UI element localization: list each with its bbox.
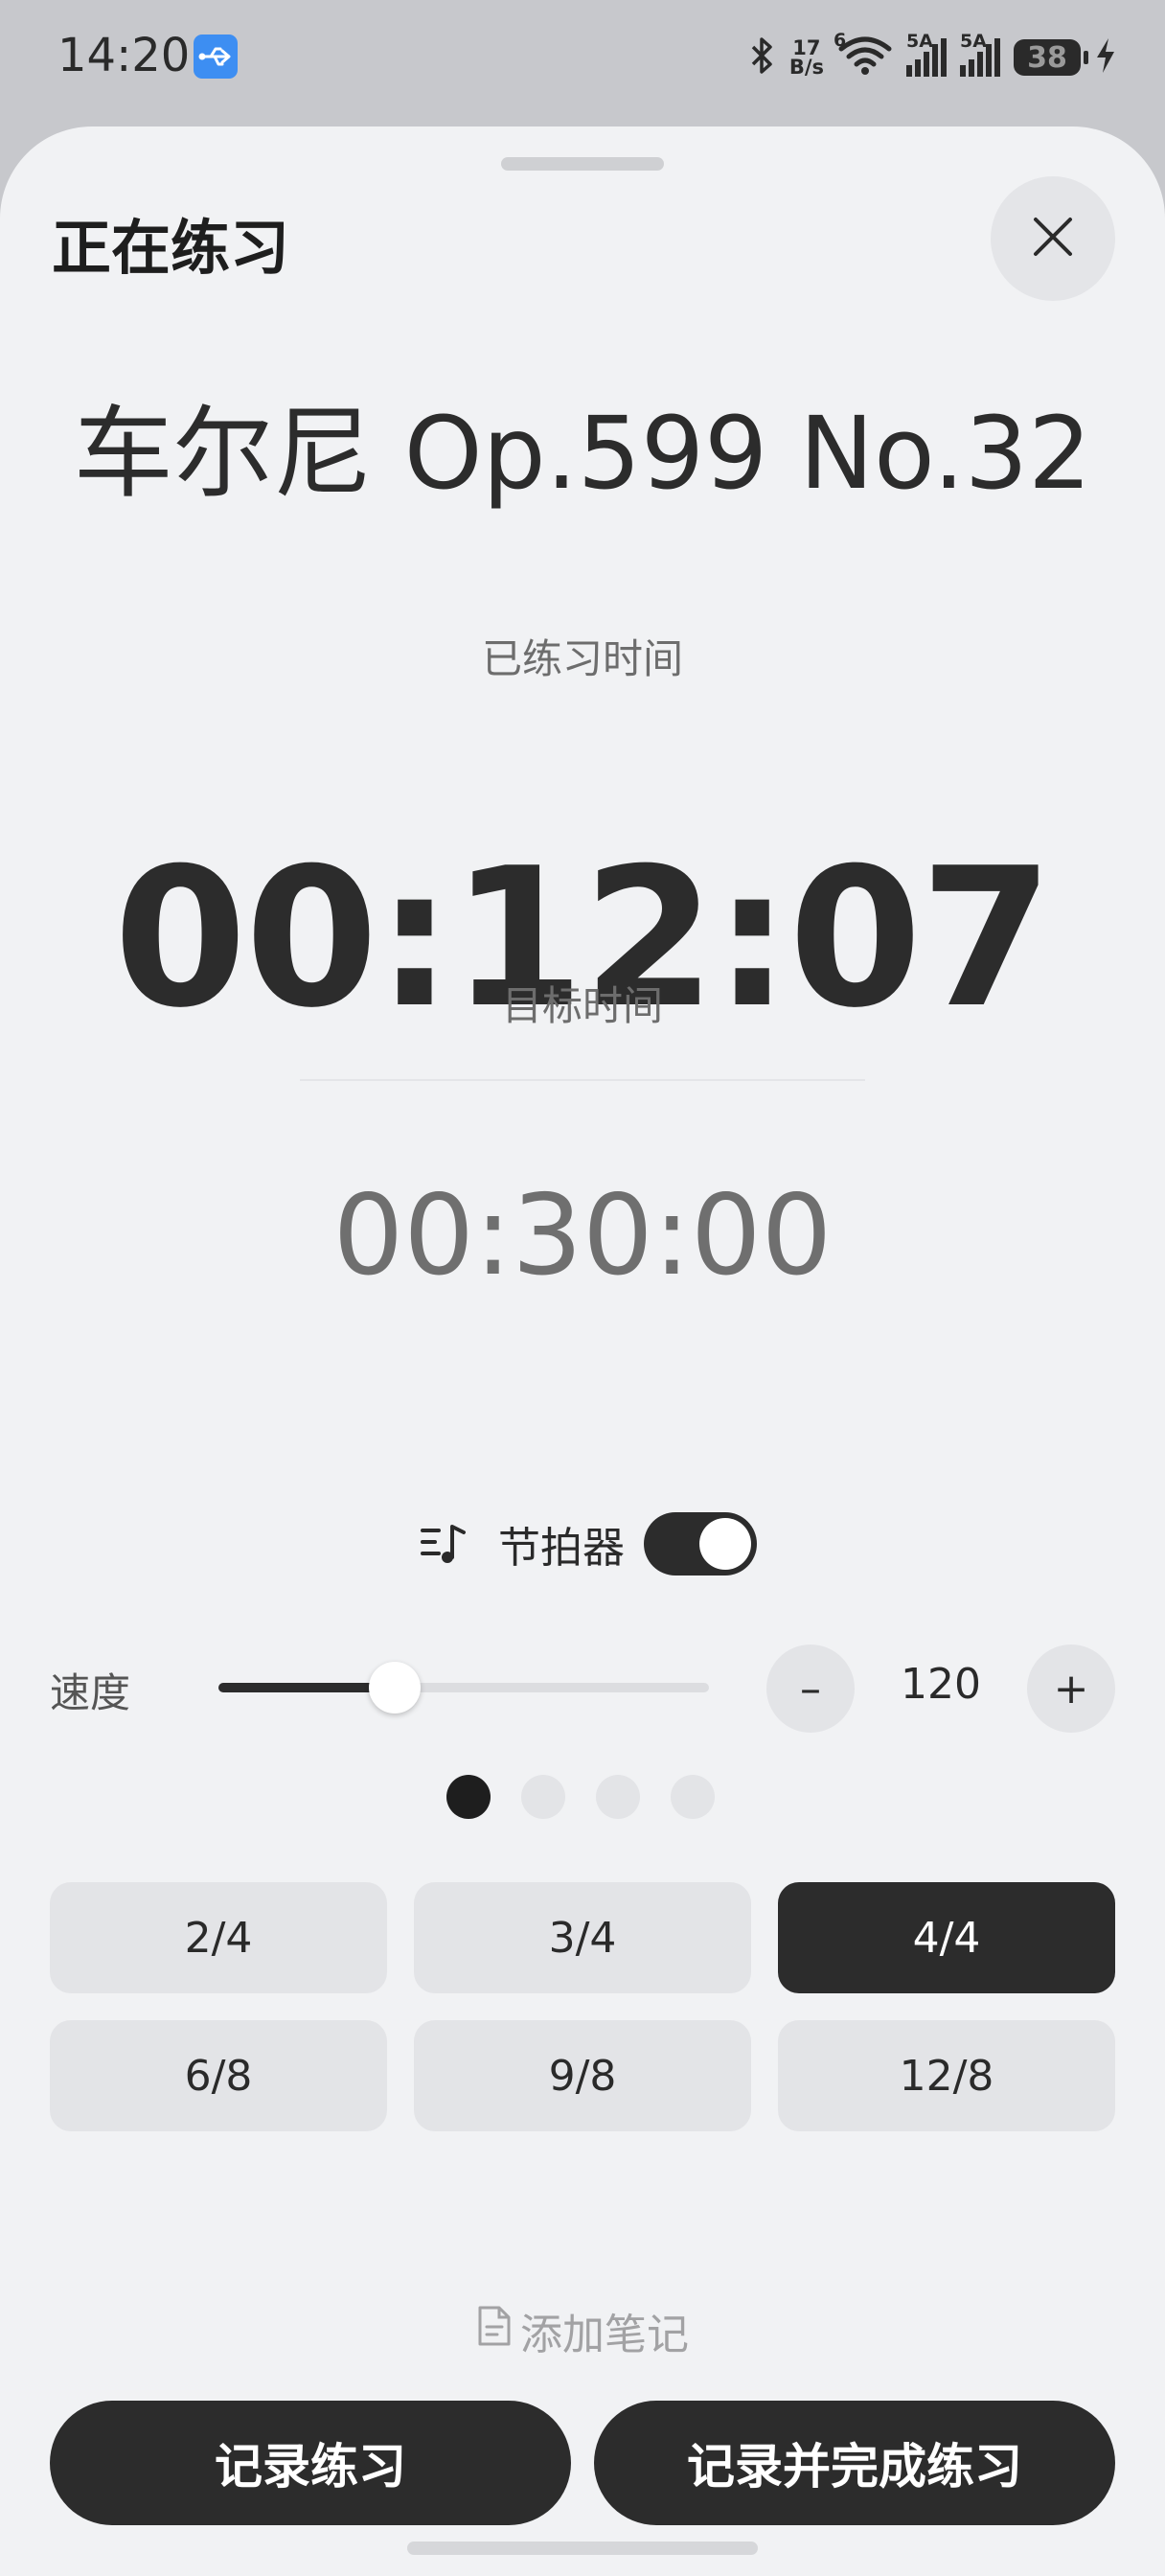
cell-signal-2: 5A [960, 31, 1000, 77]
record-and-finish-button[interactable]: 记录并完成练习 [594, 2401, 1115, 2525]
decrease-bpm-button[interactable]: – [766, 1644, 855, 1733]
beat-dot [446, 1775, 491, 1819]
cell-signal-1: 5A [906, 31, 947, 77]
toggle-knob [699, 1518, 751, 1570]
network-speed: 17 B/s [788, 36, 824, 79]
metronome-toggle[interactable] [644, 1512, 757, 1576]
bpm-value: 120 [901, 1660, 981, 1709]
beat-dot [671, 1775, 715, 1819]
piece-title: 车尔尼 Op.599 No.32 [73, 395, 1092, 512]
speed-label: 速度 [50, 1669, 131, 1716]
beat-indicator [446, 1775, 715, 1819]
home-indicator [407, 2542, 758, 2555]
add-note-button[interactable]: 添加笔记 [0, 2300, 1165, 2361]
usb-icon [194, 34, 238, 79]
status-time: 14:20 [57, 29, 191, 82]
increase-bpm-button[interactable]: + [1027, 1644, 1115, 1733]
practice-sheet: 正在练习 车尔尼 Op.599 No.32 已练习时间 00:12:07 目标时… [0, 126, 1165, 2576]
slider-thumb[interactable] [369, 1662, 422, 1714]
beat-dot [521, 1775, 565, 1819]
sheet-title: 正在练习 [52, 213, 290, 283]
note-icon [476, 2304, 513, 2358]
bluetooth-icon [747, 35, 776, 80]
plus-icon: + [1053, 1664, 1089, 1714]
speed-slider[interactable] [218, 1662, 709, 1714]
sheet-handle[interactable] [501, 157, 664, 171]
target-time[interactable]: 00:30:00 [0, 1175, 1165, 1298]
close-icon [1030, 214, 1076, 264]
time-signature-button[interactable]: 9/8 [414, 2020, 751, 2131]
divider [300, 1079, 865, 1081]
time-signature-button[interactable]: 12/8 [778, 2020, 1115, 2131]
elapsed-label: 已练习时间 [481, 635, 683, 682]
time-signature-grid: 2/4 3/4 4/4 6/8 9/8 12/8 [50, 1882, 1115, 2131]
metronome-label: 节拍器 [498, 1524, 625, 1573]
close-button[interactable] [991, 176, 1115, 301]
time-signature-button[interactable]: 2/4 [50, 1882, 387, 1993]
time-signature-button[interactable]: 6/8 [50, 2020, 387, 2131]
beat-dot [596, 1775, 640, 1819]
battery-level: 38 [1027, 40, 1067, 75]
metronome-icon [420, 1519, 469, 1569]
charging-icon [1094, 36, 1117, 79]
minus-icon: – [800, 1664, 821, 1714]
wifi-icon: 6 [834, 30, 893, 80]
time-signature-button[interactable]: 4/4 [778, 1882, 1115, 1993]
status-bar: 14:20 17 B/s 6 5A 5A 38 [0, 0, 1165, 115]
add-note-label: 添加笔记 [520, 2311, 689, 2359]
battery-icon: 38 [1014, 39, 1088, 76]
target-label: 目标时间 [501, 982, 663, 1029]
metronome-row: 节拍器 [420, 1510, 757, 1577]
record-practice-button[interactable]: 记录练习 [50, 2401, 571, 2525]
time-signature-button[interactable]: 3/4 [414, 1882, 751, 1993]
